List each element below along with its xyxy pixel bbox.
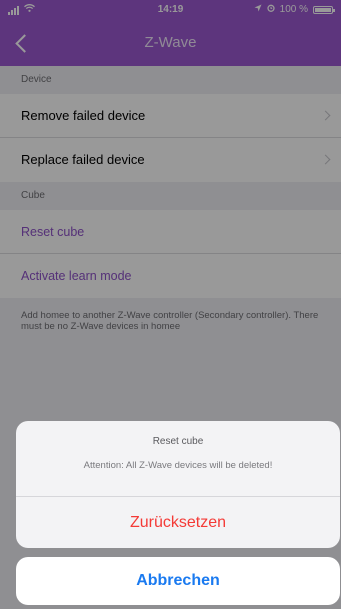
action-sheet-title: Reset cube <box>152 436 204 447</box>
action-sheet: Reset cube Attention: All Z-Wave devices… <box>16 421 340 548</box>
action-sheet-message: Attention: All Z-Wave devices will be de… <box>83 460 273 471</box>
action-sheet-header: Reset cube Attention: All Z-Wave devices… <box>16 421 340 497</box>
cancel-button[interactable]: Abbrechen <box>16 557 340 605</box>
app-screen: 14:19 100 % Z-Wave Device Remove failed … <box>0 0 341 609</box>
reset-confirm-button[interactable]: Zurücksetzen <box>16 497 340 548</box>
